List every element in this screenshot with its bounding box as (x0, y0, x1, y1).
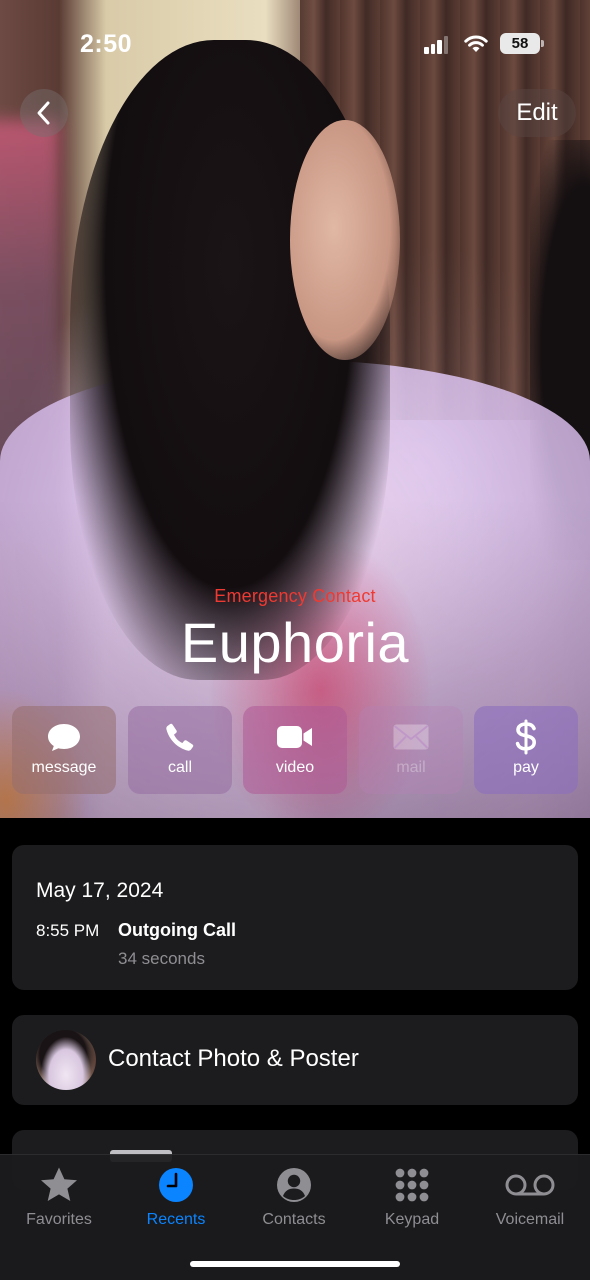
recent-call-date: May 17, 2024 (36, 879, 164, 902)
cellular-signal-icon (424, 36, 448, 54)
call-label: call (167, 759, 192, 776)
tab-recents[interactable]: Recents (117, 1165, 235, 1235)
status-time: 2:50 (80, 30, 133, 58)
tab-voicemail-label: Voicemail (495, 1211, 565, 1228)
person-circle-icon (277, 1168, 311, 1202)
call-button[interactable]: call (128, 706, 232, 794)
contact-name: Euphoria (180, 611, 410, 674)
tab-recents-label: Recents (146, 1211, 206, 1228)
dollar-icon (515, 719, 537, 755)
tab-favorites-label: Favorites (26, 1211, 92, 1228)
voicemail-icon (505, 1174, 555, 1196)
tab-favorites[interactable]: Favorites (0, 1165, 118, 1235)
contact-photo-poster-row[interactable]: Contact Photo & Poster (12, 1015, 578, 1105)
message-bubble-icon (48, 724, 80, 751)
message-button[interactable]: message (12, 706, 116, 794)
recent-call-duration: 34 seconds (118, 949, 205, 968)
tab-keypad[interactable]: Keypad (353, 1165, 471, 1235)
envelope-icon (393, 724, 429, 750)
home-indicator[interactable] (190, 1261, 400, 1267)
tab-contacts-label: Contacts (262, 1211, 326, 1228)
edit-button[interactable]: Edit (498, 89, 576, 137)
video-label: video (275, 759, 315, 776)
recent-call-time: 8:55 PM (36, 921, 100, 940)
tab-contacts[interactable]: Contacts (235, 1165, 353, 1235)
emergency-contact-badge: Emergency Contact (214, 586, 376, 606)
video-camera-icon (277, 726, 312, 748)
action-buttons: message call video mail pay (12, 706, 578, 794)
pay-label: pay (513, 759, 539, 776)
message-label: message (31, 759, 97, 776)
chevron-left-icon (37, 101, 50, 125)
battery-icon: 58 (500, 33, 544, 54)
star-icon (41, 1167, 77, 1201)
tab-voicemail[interactable]: Voicemail (471, 1165, 589, 1235)
mail-label: mail (396, 759, 426, 776)
clock-icon (159, 1168, 193, 1202)
avatar (36, 1030, 96, 1090)
mail-button[interactable]: mail (359, 706, 463, 794)
wifi-icon (462, 32, 490, 54)
keypad-grid-icon (395, 1168, 429, 1202)
pay-button[interactable]: pay (474, 706, 578, 794)
recent-call-card: May 17, 2024 8:55 PM Outgoing Call 34 se… (12, 845, 578, 990)
status-bar: 2:50 58 (0, 0, 590, 80)
video-button[interactable]: video (243, 706, 347, 794)
contact-photo-poster-label: Contact Photo & Poster (108, 1045, 359, 1072)
back-button[interactable] (20, 89, 68, 137)
tab-keypad-label: Keypad (384, 1211, 440, 1228)
phone-icon (166, 723, 194, 751)
recent-call-type: Outgoing Call (118, 920, 236, 940)
